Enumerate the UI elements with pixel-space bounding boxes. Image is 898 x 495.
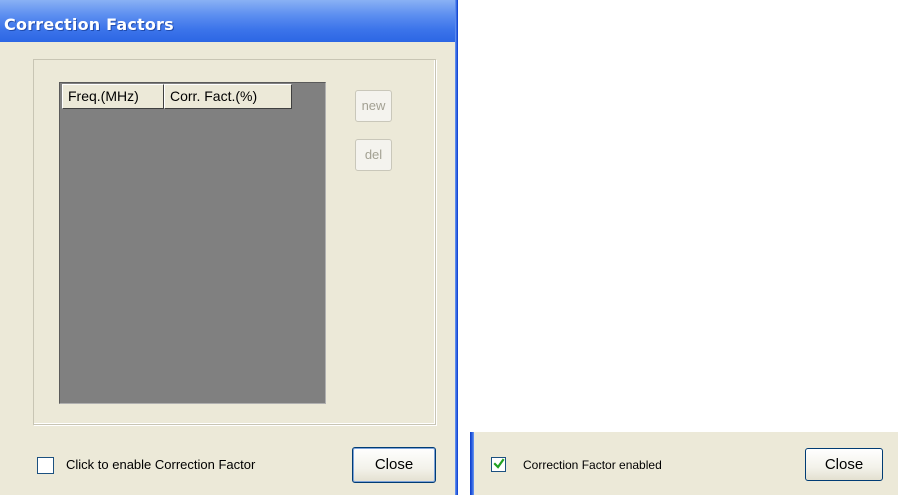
title-bar[interactable]: Correction Factors (0, 0, 458, 42)
checkmark-icon (493, 458, 505, 469)
correction-factors-dialog: Correction Factors Freq.(MHz) Corr. Fact… (0, 0, 458, 495)
correction-enabled-label[interactable]: Correction Factor enabled (523, 458, 662, 472)
new-button[interactable]: new (355, 90, 392, 122)
close-button-secondary[interactable]: Close (805, 448, 883, 481)
screenshot-canvas: Correction Factors Freq.(MHz) Corr. Fact… (0, 0, 898, 495)
enable-correction-checkbox[interactable] (37, 457, 54, 474)
enable-correction-label[interactable]: Click to enable Correction Factor (66, 457, 255, 472)
window-frame-edge (455, 0, 458, 495)
correction-enabled-checkbox[interactable] (491, 457, 506, 472)
close-button[interactable]: Close (352, 447, 436, 483)
column-header-frequency[interactable]: Freq.(MHz) (62, 84, 164, 109)
table-header: Freq.(MHz) Corr. Fact.(%) (62, 84, 292, 109)
delete-button[interactable]: del (355, 139, 392, 171)
column-header-correction-factor[interactable]: Corr. Fact.(%) (164, 84, 292, 109)
dialog-title: Correction Factors (4, 15, 174, 34)
window-frame-edge-right (470, 432, 474, 495)
correction-factor-table[interactable] (59, 82, 326, 404)
